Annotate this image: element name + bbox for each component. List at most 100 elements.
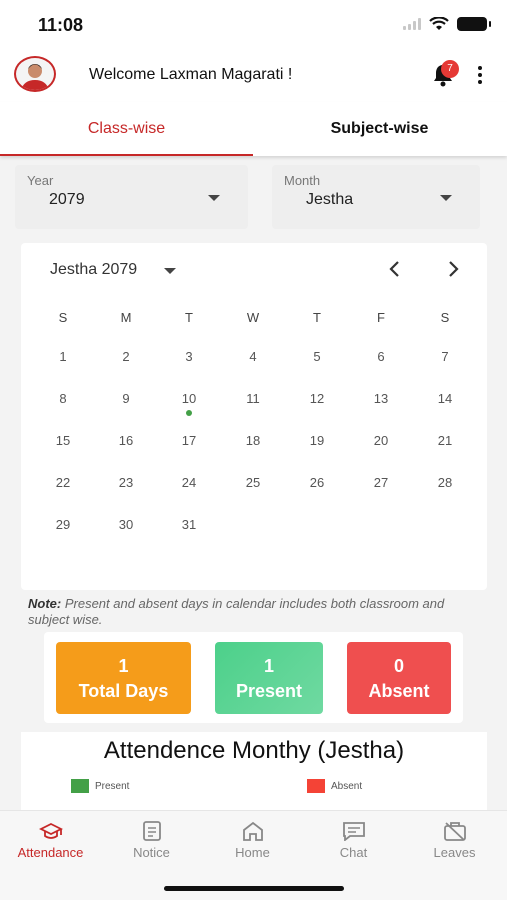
tab-bar: Class-wise Subject-wise	[0, 102, 507, 156]
calendar-note: Note: Present and absent days in calenda…	[28, 596, 478, 628]
calendar-day[interactable]: 25	[233, 475, 273, 490]
calendar-card: Jestha 2079 S M T W T F S 1 2 3 4 5 6 7 8 9 10 11 12 13 14 15…	[21, 243, 487, 590]
attendance-summary: 1 Total Days 1 Present 0 Absent	[44, 632, 463, 723]
calendar-day[interactable]: 2	[106, 349, 146, 364]
avatar[interactable]	[14, 56, 56, 92]
calendar-day[interactable]: 29	[43, 517, 83, 532]
calendar-day[interactable]: 19	[297, 433, 337, 448]
absent-card: 0 Absent	[347, 642, 451, 714]
chevron-down-icon	[208, 195, 220, 201]
notice-icon	[143, 821, 161, 841]
app-header: Welcome Laxman Magarati ! 7	[0, 50, 507, 102]
chevron-down-icon	[440, 195, 452, 201]
calendar-day[interactable]: 15	[43, 433, 83, 448]
status-time: 11:08	[38, 15, 84, 35]
month-value: Jestha	[306, 191, 354, 208]
chat-icon	[343, 822, 365, 841]
calendar-day[interactable]: 12	[297, 391, 337, 406]
calendar-day[interactable]: 5	[297, 349, 337, 364]
nav-chat[interactable]: Chat	[303, 811, 404, 871]
nav-label: Home	[235, 845, 270, 860]
calendar-day[interactable]: 3	[169, 349, 209, 364]
calendar-day[interactable]: 28	[425, 475, 465, 490]
tab-subject-wise[interactable]: Subject-wise	[253, 102, 506, 156]
present-label: Present	[235, 681, 303, 701]
calendar-day[interactable]: 13	[361, 391, 401, 406]
nav-label: Notice	[133, 845, 170, 860]
leave-briefcase-icon	[444, 822, 466, 841]
present-value: 1	[263, 656, 274, 676]
home-indicator	[164, 886, 344, 891]
more-options-icon[interactable]	[472, 64, 488, 86]
wifi-icon	[429, 17, 449, 30]
weekday-label: M	[120, 310, 132, 325]
tab-class-wise[interactable]: Class-wise	[0, 102, 253, 156]
nav-leaves[interactable]: Leaves	[404, 811, 505, 871]
status-bar: 11:08	[0, 0, 507, 50]
legend-present-swatch	[71, 779, 89, 793]
status-icons	[403, 17, 491, 31]
nav-label: Attendance	[17, 845, 84, 860]
calendar-day[interactable]: 26	[297, 475, 337, 490]
total-days-label: Total Days	[78, 681, 169, 701]
month-label: Month	[284, 173, 321, 188]
calendar-day[interactable]: 7	[425, 349, 465, 364]
calendar-day[interactable]: 18	[233, 433, 273, 448]
note-text: Present and absent days in calendar incl…	[28, 596, 445, 627]
calendar-day[interactable]: 4	[233, 349, 273, 364]
calendar-day[interactable]: 24	[169, 475, 209, 490]
calendar-day[interactable]: 14	[425, 391, 465, 406]
calendar-day[interactable]: 23	[106, 475, 146, 490]
next-month-icon[interactable]	[441, 257, 465, 281]
home-icon	[243, 821, 263, 841]
nav-label: Chat	[339, 845, 368, 860]
note-label: Note:	[28, 596, 62, 611]
calendar-day[interactable]: 6	[361, 349, 401, 364]
absent-label: Absent	[368, 681, 430, 701]
calendar-day[interactable]: 22	[43, 475, 83, 490]
calendar-day[interactable]: 20	[361, 433, 401, 448]
nav-notice[interactable]: Notice	[101, 811, 202, 871]
calendar-day[interactable]: 30	[106, 517, 146, 532]
weekday-label: W	[246, 310, 260, 325]
calendar-day[interactable]: 9	[106, 391, 146, 406]
total-days-card: 1 Total Days	[56, 642, 191, 714]
graduation-cap-icon	[39, 822, 63, 839]
calendar-day[interactable]: 17	[169, 433, 209, 448]
total-days-value: 1	[118, 656, 129, 676]
calendar-day[interactable]: 31	[169, 517, 209, 532]
monthly-attendance-card: Attendence Monthy (Jestha) Present Absen…	[21, 732, 487, 810]
chevron-down-icon[interactable]	[164, 268, 176, 274]
notification-badge: 7	[441, 60, 459, 78]
year-value: 2079	[49, 191, 85, 208]
weekday-label: T	[185, 310, 193, 325]
month-select[interactable]: Month Jestha	[272, 165, 480, 229]
year-label: Year	[27, 173, 54, 188]
nav-attendance[interactable]: Attendance	[0, 811, 101, 871]
legend-absent-swatch	[307, 779, 325, 793]
legend-absent-label: Absent	[331, 781, 363, 792]
weekday-label: T	[313, 310, 321, 325]
calendar-day[interactable]: 8	[43, 391, 83, 406]
previous-month-icon[interactable]	[383, 257, 407, 281]
absent-value: 0	[393, 656, 404, 676]
calendar-day[interactable]: 16	[106, 433, 146, 448]
legend-present-label: Present	[95, 781, 130, 792]
calendar-day[interactable]: 21	[425, 433, 465, 448]
nav-home[interactable]: Home	[202, 811, 303, 871]
calendar-day[interactable]: 27	[361, 475, 401, 490]
welcome-text: Welcome Laxman Magarati !	[89, 66, 293, 83]
present-card: 1 Present	[215, 642, 323, 714]
nav-label: Leaves	[433, 845, 476, 860]
weekday-label: S	[440, 310, 450, 325]
weekday-label: S	[58, 310, 68, 325]
calendar-day[interactable]: 1	[43, 349, 83, 364]
monthly-title: Attendence Monthy (Jestha)	[103, 737, 405, 764]
calendar-day[interactable]: 10	[169, 391, 209, 406]
year-select[interactable]: Year 2079	[15, 165, 248, 229]
battery-icon	[457, 17, 491, 31]
weekday-label: F	[377, 310, 385, 325]
calendar-day[interactable]: 11	[233, 391, 273, 406]
calendar-month-title[interactable]: Jestha 2079	[50, 261, 137, 279]
signal-icon	[403, 18, 421, 30]
